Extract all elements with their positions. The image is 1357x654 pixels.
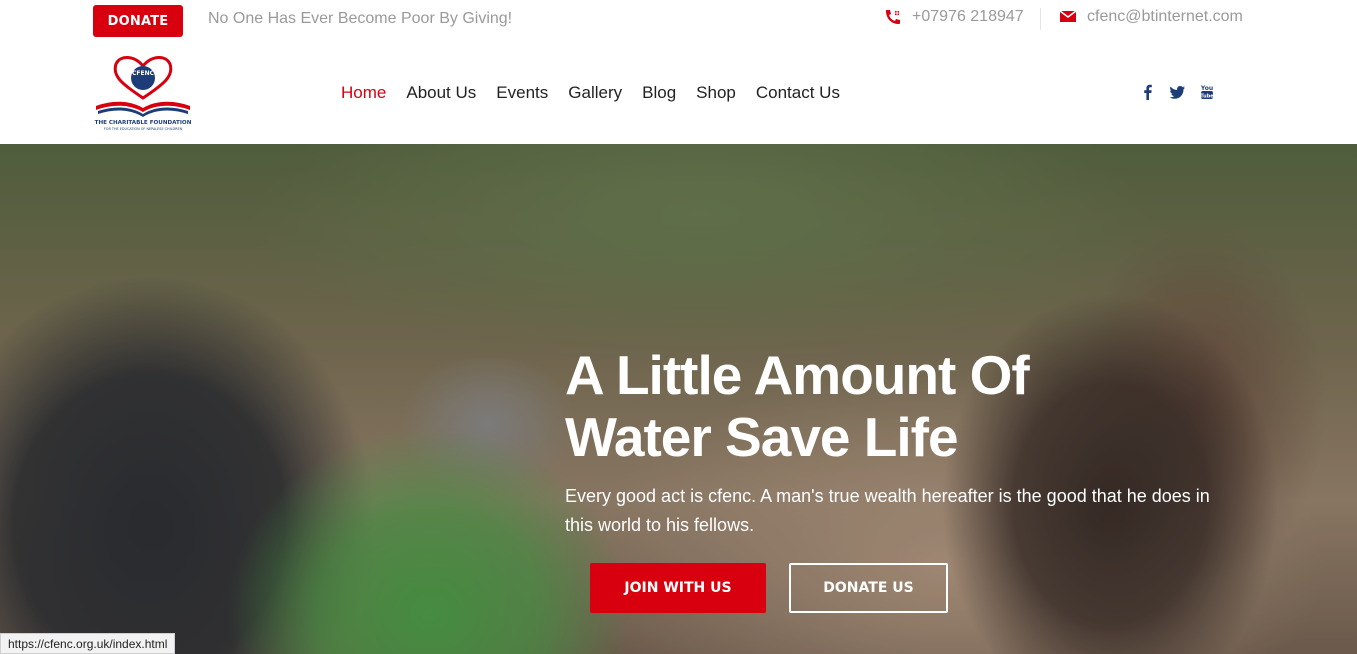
nav-about-us[interactable]: About Us <box>406 83 476 103</box>
nav-home[interactable]: Home <box>341 83 386 103</box>
social-links: You Tube <box>1138 84 1216 100</box>
browser-status-url: https://cfenc.org.uk/index.html <box>0 633 176 654</box>
hero-banner: A Little Amount Of Water Save Life Every… <box>0 144 1357 654</box>
top-bar: DONATE No One Has Ever Become Poor By Gi… <box>0 0 1357 42</box>
email-contact[interactable]: cfenc@btinternet.com <box>1059 8 1243 26</box>
facebook-icon[interactable] <box>1138 84 1156 100</box>
twitter-icon[interactable] <box>1168 85 1186 99</box>
youtube-icon[interactable]: You Tube <box>1198 84 1216 100</box>
logo-line1: THE CHARITABLE FOUNDATION <box>95 120 192 126</box>
envelope-icon <box>1059 9 1077 25</box>
nav-shop[interactable]: Shop <box>696 83 736 103</box>
svg-text:You: You <box>1200 85 1213 92</box>
logo-line2: FOR THE EDUCATION OF NEPALESE CHILDREN <box>104 127 183 131</box>
svg-text:Tube: Tube <box>1200 93 1214 99</box>
phone-contact[interactable]: +07976 218947 <box>884 8 1024 26</box>
site-header: CFENC THE CHARITABLE FOUNDATION FOR THE … <box>0 42 1357 144</box>
tagline: No One Has Ever Become Poor By Giving! <box>208 10 513 27</box>
phone-icon <box>884 9 902 25</box>
nav-blog[interactable]: Blog <box>642 83 676 103</box>
nav-events[interactable]: Events <box>496 83 548 103</box>
nav-contact-us[interactable]: Contact Us <box>756 83 840 103</box>
logo-acronym: CFENC <box>132 70 155 77</box>
join-with-us-button[interactable]: JOIN WITH US <box>590 563 766 613</box>
divider <box>1040 8 1041 30</box>
email-address: cfenc@btinternet.com <box>1087 8 1243 25</box>
nav-gallery[interactable]: Gallery <box>568 83 622 103</box>
donate-us-button[interactable]: DONATE US <box>789 563 948 613</box>
hero-subtitle: Every good act is cfenc. A man's true we… <box>565 486 1210 535</box>
hero-title-line1: A Little Amount Of <box>565 344 1030 406</box>
hero-title-line2: Water Save Life <box>565 406 959 468</box>
main-nav: Home About Us Events Gallery Blog Shop C… <box>341 83 860 103</box>
phone-number: +07976 218947 <box>912 8 1024 25</box>
hero-title: A Little Amount Of Water Save Life <box>565 344 1185 468</box>
donate-button[interactable]: DONATE <box>93 5 183 37</box>
cfenc-logo[interactable]: CFENC THE CHARITABLE FOUNDATION FOR THE … <box>92 54 194 132</box>
